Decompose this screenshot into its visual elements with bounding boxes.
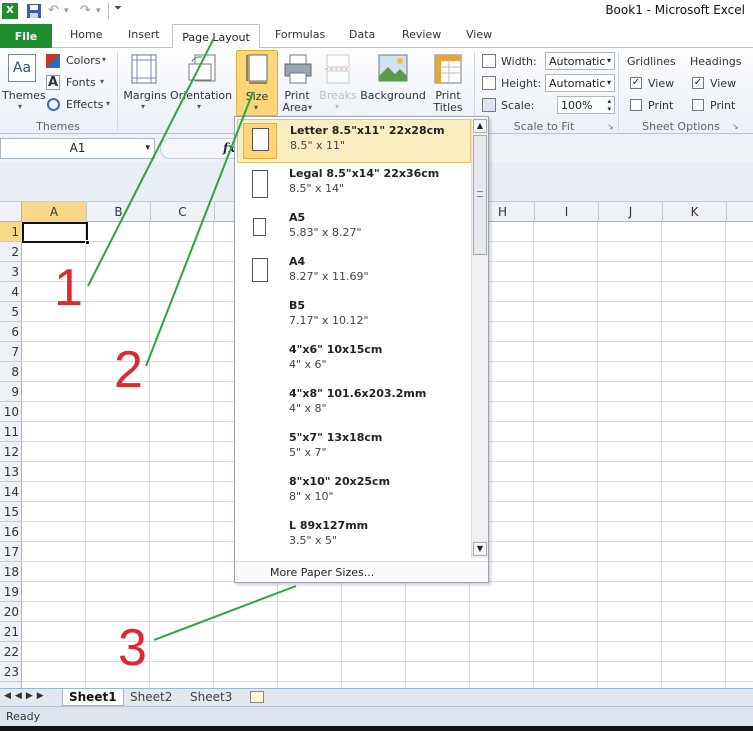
annotation-line-2 xyxy=(145,91,254,367)
annotation-line-1 xyxy=(87,37,215,287)
annotation-line-3 xyxy=(153,585,297,641)
annotation-overlay xyxy=(87,37,297,641)
annotation-number-1: 1 xyxy=(54,259,83,317)
annotation-number-3: 3 xyxy=(118,619,147,677)
annotation-number-2: 2 xyxy=(114,341,143,399)
